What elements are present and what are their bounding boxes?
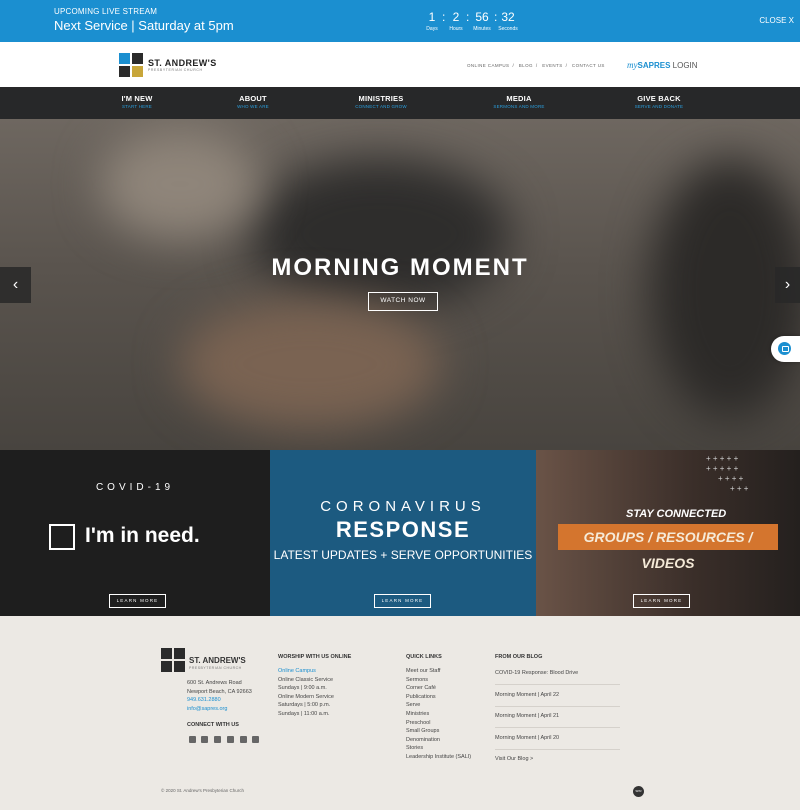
site-header: ST. ANDREW'S PRESBYTERIAN CHURCH ONLINE … [0, 42, 800, 87]
quick-link[interactable]: Denomination [406, 736, 471, 745]
covid-panel[interactable]: COVID-19 I'm in need. LEARN MORE [0, 450, 270, 616]
quick-link[interactable]: Stories [406, 744, 471, 753]
livestream-bar: UPCOMING LIVE STREAM Next Service | Satu… [0, 0, 800, 42]
quick-link[interactable]: Serve [406, 701, 471, 710]
countdown-separator: : [442, 10, 446, 24]
countdown-days: 1 Days [426, 10, 438, 32]
countdown-seconds: 32 Seconds [498, 10, 518, 32]
watch-now-button[interactable]: WATCH NOW [368, 292, 438, 311]
connect-heading: CONNECT WITH US [187, 722, 239, 728]
quick-link[interactable]: Publications [406, 693, 471, 702]
plus-icon: + + + + + [706, 464, 739, 473]
groups-resources-videos-banner: GROUPS / RESOURCES / VIDEOS [558, 524, 778, 571]
twitter-icon[interactable] [252, 736, 259, 743]
plus-icon: + + + + + [706, 454, 739, 463]
blog-post-link[interactable]: COVID-19 Response: Blood Drive [495, 670, 620, 676]
close-livestream-button[interactable]: CLOSE X [759, 16, 794, 25]
stay-connected-panel[interactable]: + + + + + + + + + + + + + + + + + STAY C… [536, 450, 800, 616]
hero-background-shape [100, 129, 260, 239]
visit-blog-link[interactable]: Visit Our Blog > [495, 756, 620, 762]
coronavirus-response-panel[interactable]: CORONAVIRUS RESPONSE LATEST UPDATES + SE… [270, 450, 536, 616]
quick-link[interactable]: Ministries [406, 710, 471, 719]
phone-link[interactable]: 949.631.2880 [187, 696, 252, 705]
worship-heading: WORSHIP WITH US ONLINE [278, 654, 352, 660]
blog-heading: FROM OUR BLOG [495, 654, 543, 660]
utility-link-blog[interactable]: BLOG [519, 63, 533, 68]
divider [495, 727, 620, 728]
hero-background-shape [250, 159, 510, 309]
countdown-separator: : [494, 10, 498, 24]
cross-logo-icon [119, 53, 143, 77]
nav-item-media[interactable]: MEDIA SERMONS AND MORE [469, 94, 569, 109]
yelp-icon[interactable] [227, 736, 234, 743]
main-nav: I'M NEW START HERE ABOUT WHO WE ARE MINI… [0, 87, 800, 119]
quick-link[interactable]: Leadership Institute (SALI) [406, 753, 471, 762]
footer-logo-subtitle: PRESBYTERIAN CHURCH [189, 666, 242, 670]
site-footer: ST. ANDREW'S PRESBYTERIAN CHURCH 600 St.… [0, 616, 800, 810]
cross-logo-icon [161, 648, 185, 672]
divider [495, 749, 620, 750]
livestream-label: UPCOMING LIVE STREAM [54, 7, 158, 16]
facebook-icon[interactable] [189, 736, 196, 743]
stay-learn-more-button[interactable]: LEARN MORE [633, 594, 690, 608]
hero-slider: MORNING MOMENT WATCH NOW ‹ › [0, 119, 800, 450]
logo-subtitle: PRESBYTERIAN CHURCH [148, 68, 203, 72]
coronavirus-heading: CORONAVIRUS [320, 498, 486, 515]
nav-item-about[interactable]: ABOUT WHO WE ARE [203, 94, 303, 109]
youtube-icon[interactable] [201, 736, 208, 743]
quick-links-heading: QUICK LINKS [406, 654, 442, 660]
response-learn-more-button[interactable]: LEARN MORE [374, 594, 431, 608]
quick-links-list: Meet our Staff Sermons Corner Café Publi… [406, 667, 471, 762]
countdown-minutes: 56 Minutes [473, 10, 491, 32]
checkbox-square-icon [49, 524, 75, 550]
divider [495, 684, 620, 685]
quick-link[interactable]: Meet our Staff [406, 667, 471, 676]
covid-learn-more-button[interactable]: LEARN MORE [109, 594, 166, 608]
copyright-text: © 2020 St. Andrew's Presbyterian Church [161, 788, 244, 793]
plus-icon: + + + [730, 484, 749, 493]
covid-heading: COVID-19 [95, 482, 175, 493]
chat-button[interactable] [771, 336, 800, 362]
utility-link-contact[interactable]: CONTACT US [572, 63, 605, 68]
utility-links: ONLINE CAMPUS / BLOG / EVENTS / CONTACT US [467, 63, 605, 68]
feature-panels: COVID-19 I'm in need. LEARN MORE CORONAV… [0, 450, 800, 616]
in-need-text: I'm in need. [85, 524, 200, 547]
blog-post-link[interactable]: Morning Moment | April 20 [495, 735, 620, 741]
hero-title: MORNING MOMENT [271, 254, 529, 281]
divider [495, 706, 620, 707]
utility-link-online-campus[interactable]: ONLINE CAMPUS [467, 63, 509, 68]
nav-item-ministries[interactable]: MINISTRIES CONNECT AND GROW [331, 94, 431, 109]
blog-post-link[interactable]: Morning Moment | April 22 [495, 692, 620, 698]
plus-icon: + + + + [718, 474, 744, 483]
next-service-text: Next Service | Saturday at 5pm [54, 18, 234, 33]
countdown-hours: 2 Hours [449, 10, 463, 32]
online-campus-link[interactable]: Online Campus [278, 667, 334, 676]
quick-link[interactable]: Corner Café [406, 684, 471, 693]
countdown-separator: : [466, 10, 470, 24]
footer-address: 600 St. Andrews Road Newport Beach, CA 9… [187, 680, 252, 714]
footer-logo[interactable]: ST. ANDREW'S PRESBYTERIAN CHURCH [161, 648, 261, 674]
instagram-icon[interactable] [214, 736, 221, 743]
quick-link[interactable]: Sermons [406, 676, 471, 685]
worship-list: Online Campus Online Classic Service Sun… [278, 667, 334, 717]
logo-name: ST. ANDREW'S [148, 58, 217, 68]
site-badge-icon[interactable]: SPR [633, 786, 644, 797]
hero-background-shape [180, 299, 440, 429]
email-link[interactable]: info@sapres.org [187, 705, 252, 714]
response-heading: RESPONSE [335, 517, 471, 542]
slider-prev-arrow-icon[interactable]: ‹ [0, 267, 31, 303]
vimeo-icon[interactable] [240, 736, 247, 743]
quick-link[interactable]: Small Groups [406, 727, 471, 736]
blog-post-link[interactable]: Morning Moment | April 21 [495, 713, 620, 719]
latest-updates-text: LATEST UPDATES + SERVE OPPORTUNITIES [273, 548, 533, 562]
utility-link-events[interactable]: EVENTS [542, 63, 562, 68]
mysapres-login-link[interactable]: mySAPRES LOGIN [627, 60, 698, 70]
nav-item-give-back[interactable]: GIVE BACK SERVE AND DONATE [609, 94, 709, 109]
quick-link[interactable]: Preschool [406, 719, 471, 728]
footer-logo-name: ST. ANDREW'S [189, 656, 246, 665]
stay-connected-heading: STAY CONNECTED [626, 508, 727, 520]
chat-icon [778, 342, 791, 355]
slider-next-arrow-icon[interactable]: › [775, 267, 800, 303]
nav-item-im-new[interactable]: I'M NEW START HERE [87, 94, 187, 109]
